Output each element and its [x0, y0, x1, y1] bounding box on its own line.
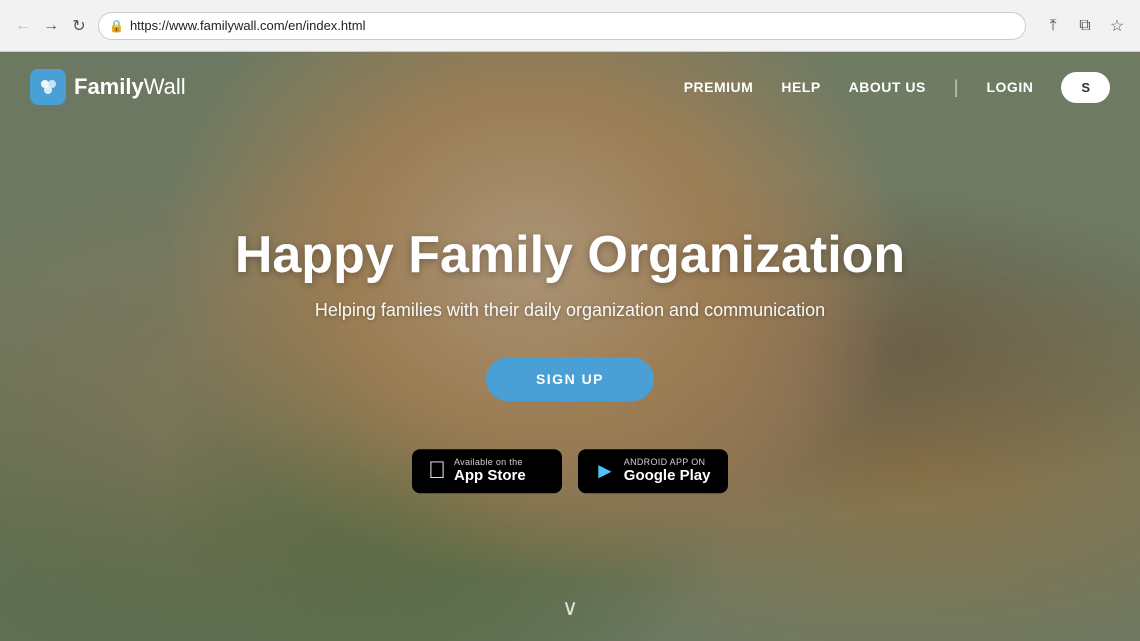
chevron-down-icon: ∨	[562, 595, 578, 620]
google-play-icon: ►	[594, 458, 616, 484]
app-store-small-text: Available on the	[454, 457, 526, 467]
logo-text: FamilyWall	[74, 74, 186, 100]
share-button[interactable]: ⤒	[1042, 15, 1064, 37]
signup-button[interactable]: SIGN UP	[486, 357, 654, 401]
app-store-button[interactable]:  Available on the App Store	[412, 449, 562, 493]
nav-help[interactable]: HELP	[781, 79, 820, 95]
website: FamilyWall PREMIUM HELP ABOUT US | LOGIN…	[0, 52, 1140, 641]
star-button[interactable]: ☆	[1106, 15, 1128, 37]
nav-about-us[interactable]: ABOUT US	[849, 79, 926, 95]
navbar: FamilyWall PREMIUM HELP ABOUT US | LOGIN…	[0, 52, 1140, 122]
nav-links: PREMIUM HELP ABOUT US | LOGIN S	[684, 72, 1110, 103]
nav-signup-button[interactable]: S	[1061, 72, 1110, 103]
reload-button[interactable]: ↻	[68, 15, 90, 37]
url-text: https://www.familywall.com/en/index.html	[130, 18, 1015, 33]
hero-title: Happy Family Organization	[220, 227, 920, 284]
bookmark-button[interactable]: ⧉	[1074, 15, 1096, 37]
hero-subtitle: Helping families with their daily organi…	[220, 300, 920, 321]
nav-divider: |	[954, 77, 959, 98]
google-play-text: ANDROID APP ON Google Play	[624, 457, 711, 484]
logo[interactable]: FamilyWall	[30, 69, 186, 105]
logo-icon	[30, 69, 66, 105]
nav-premium[interactable]: PREMIUM	[684, 79, 754, 95]
lock-icon: 🔒	[109, 19, 124, 33]
browser-nav-buttons: ← → ↻	[12, 15, 90, 37]
forward-button[interactable]: →	[40, 15, 62, 37]
address-bar[interactable]: 🔒 https://www.familywall.com/en/index.ht…	[98, 12, 1026, 40]
back-button[interactable]: ←	[12, 15, 34, 37]
google-play-name: Google Play	[624, 467, 711, 484]
google-play-button[interactable]: ► ANDROID APP ON Google Play	[578, 449, 728, 493]
browser-chrome: ← → ↻ 🔒 https://www.familywall.com/en/in…	[0, 0, 1140, 52]
apple-icon: 	[428, 457, 446, 485]
hero-content: Happy Family Organization Helping famili…	[220, 227, 920, 493]
app-store-name: App Store	[454, 467, 526, 484]
google-play-small-text: ANDROID APP ON	[624, 457, 711, 467]
scroll-indicator[interactable]: ∨	[562, 595, 578, 621]
app-store-text: Available on the App Store	[454, 457, 526, 484]
browser-actions: ⤒ ⧉ ☆	[1042, 15, 1128, 37]
app-buttons:  Available on the App Store ► ANDROID A…	[220, 449, 920, 493]
nav-login[interactable]: LOGIN	[986, 79, 1033, 95]
